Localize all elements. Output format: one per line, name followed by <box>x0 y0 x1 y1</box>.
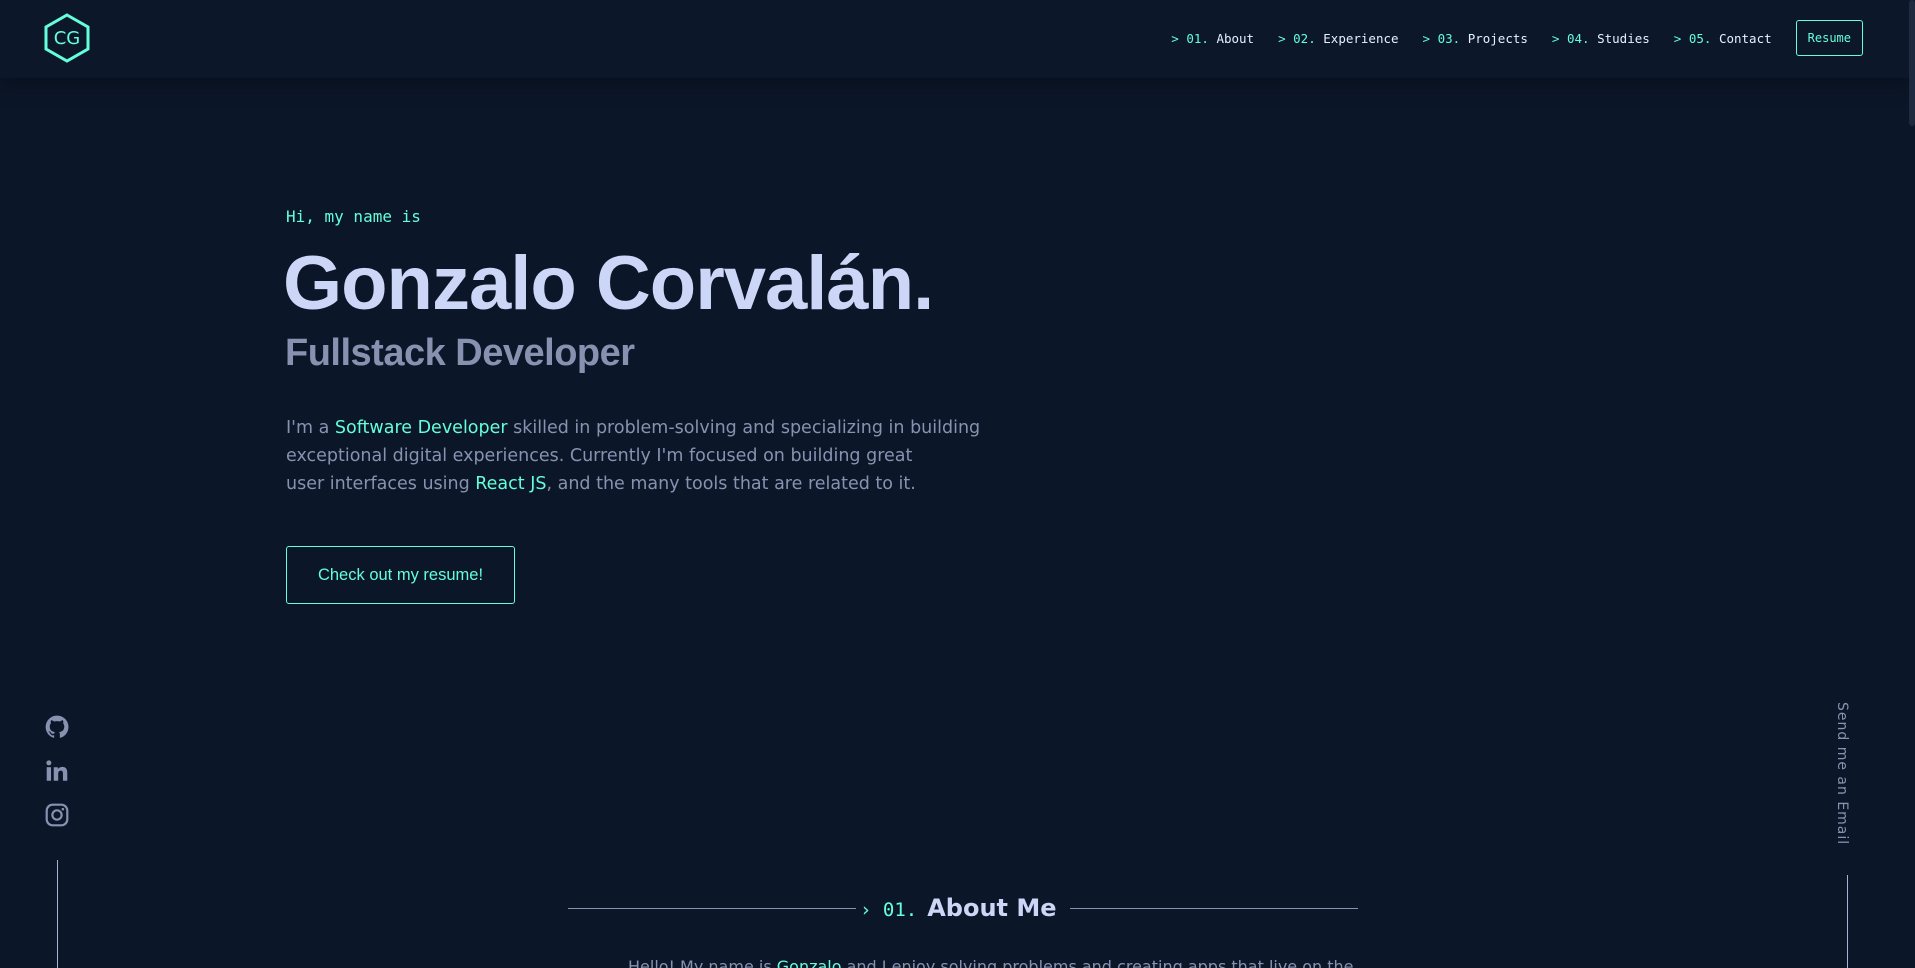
nav-label: Studies <box>1597 30 1650 46</box>
hero-name: Gonzalo Corvalán. <box>283 241 934 326</box>
scrollbar-track[interactable] <box>1909 0 1915 968</box>
social-divider-line <box>57 860 58 968</box>
nav-label: Projects <box>1467 30 1528 46</box>
about-intro-text: Hello! My name is Gonzalo and I enjoy so… <box>628 957 1354 968</box>
nav-item-projects[interactable]: > 03. Projects <box>1423 31 1528 46</box>
section-number: › 01. <box>860 899 918 921</box>
logo-link[interactable]: CG <box>42 12 92 64</box>
nav-label: Contact <box>1718 30 1772 46</box>
top-navbar: CG > 01. About > 02. Experience > 03. Pr… <box>0 0 1915 78</box>
nav-prefix: > <box>1551 30 1567 46</box>
heading-divider-right <box>1070 908 1358 909</box>
section-title: About Me <box>927 894 1057 922</box>
hero-desc-text: user interfaces using <box>286 474 476 494</box>
about-title: › 01. About Me <box>860 894 1057 922</box>
nav-number: 03. <box>1437 30 1461 46</box>
about-text-highlight: Gonzalo <box>776 957 842 968</box>
scrollbar-thumb[interactable] <box>1909 0 1915 126</box>
nav-prefix: > <box>1422 30 1438 46</box>
heading-divider-left <box>568 908 856 909</box>
github-icon[interactable] <box>44 714 70 740</box>
hero-desc-text: , and the many tools that are related to… <box>546 474 916 494</box>
hero-role: Fullstack Developer <box>285 332 635 374</box>
hero-desc-text: skilled in problem-solving and specializ… <box>507 418 981 438</box>
nav-label: Experience <box>1323 30 1399 46</box>
page: CG > 01. About > 02. Experience > 03. Pr… <box>0 0 1915 968</box>
check-resume-button[interactable]: Check out my resume! <box>286 546 515 604</box>
nav-item-experience[interactable]: > 02. Experience <box>1278 31 1398 46</box>
hero-desc-highlight: Software Developer <box>334 418 508 438</box>
hero-desc-text: exceptional digital experiences. Current… <box>286 446 913 466</box>
nav-item-about[interactable]: > 01. About <box>1171 31 1254 46</box>
hero-description: I'm a Software Developer skilled in prob… <box>286 414 1006 498</box>
nav-prefix: > <box>1673 30 1689 46</box>
about-section-heading: › 01. About Me <box>568 894 1358 924</box>
nav-item-studies[interactable]: > 04. Studies <box>1552 31 1650 46</box>
social-links <box>44 714 72 846</box>
send-email-link[interactable]: Send me an Email <box>1834 702 1850 845</box>
main-nav: > 01. About > 02. Experience > 03. Proje… <box>1147 20 1863 56</box>
nav-number: 01. <box>1186 30 1209 46</box>
email-divider-line <box>1847 875 1848 968</box>
about-text-part: and I enjoy solving problems and creatin… <box>841 957 1354 968</box>
nav-number: 05. <box>1688 30 1712 46</box>
hero-desc-text: I'm a <box>286 418 335 438</box>
nav-prefix: > <box>1278 30 1294 46</box>
linkedin-icon[interactable] <box>44 758 70 784</box>
nav-label: About <box>1216 30 1255 46</box>
instagram-icon[interactable] <box>44 802 70 828</box>
nav-item-contact[interactable]: > 05. Contact <box>1674 31 1772 46</box>
nav-prefix: > <box>1171 30 1187 46</box>
hero-desc-highlight: React JS <box>475 474 547 494</box>
resume-button[interactable]: Resume <box>1795 20 1863 56</box>
nav-number: 02. <box>1293 30 1316 46</box>
nav-number: 04. <box>1566 30 1590 46</box>
hero-greeting: Hi, my name is <box>286 207 421 226</box>
about-text-part: Hello! My name is <box>628 957 777 968</box>
logo-text: CG <box>53 27 81 49</box>
